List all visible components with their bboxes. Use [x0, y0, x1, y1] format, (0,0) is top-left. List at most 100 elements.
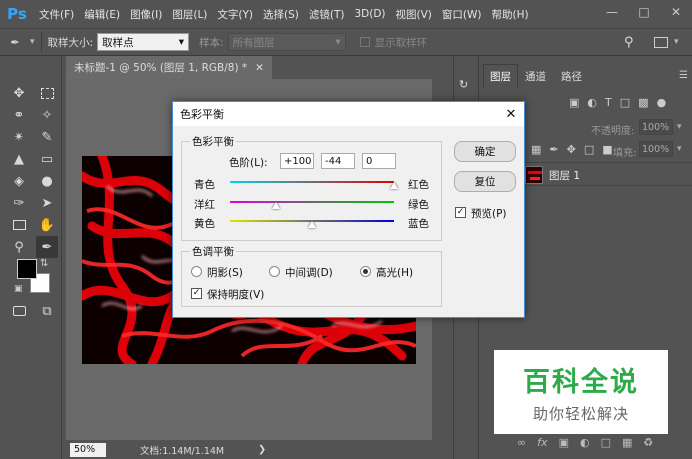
- eraser-tool-icon[interactable]: ▭: [36, 148, 58, 170]
- menu-3d[interactable]: 3D(D): [349, 8, 390, 20]
- menu-file[interactable]: 文件(F): [34, 7, 79, 22]
- filter-adjustment-icon[interactable]: ◐: [587, 96, 597, 109]
- filter-shape-icon[interactable]: □: [620, 96, 630, 109]
- hand-tool-icon[interactable]: ✋: [36, 214, 58, 236]
- sample-size-select[interactable]: 取样点 ▾: [97, 33, 190, 51]
- quick-mask-icon[interactable]: [8, 300, 30, 322]
- preview-checkbox[interactable]: ✓: [455, 207, 466, 218]
- lock-artboard-icon[interactable]: □: [584, 143, 594, 156]
- minimize-icon[interactable]: —: [596, 0, 628, 24]
- search-icon[interactable]: ⚲: [624, 35, 634, 50]
- workspace-icon[interactable]: [654, 36, 668, 48]
- adjustment-layer-icon[interactable]: ◐: [580, 436, 590, 449]
- layer-thumbnail: [525, 166, 543, 184]
- chevron-down-icon[interactable]: ▾: [677, 144, 682, 154]
- document-info: 文档:1.14M/1.14M: [140, 445, 225, 457]
- menu-layer[interactable]: 图层(L): [167, 7, 212, 22]
- pen-tool-icon[interactable]: ✑: [8, 192, 30, 214]
- slider-red-label: 红色: [408, 179, 429, 191]
- tool-preset-chevron-icon[interactable]: ▾: [30, 37, 35, 47]
- brush-tool-icon[interactable]: ✎: [36, 126, 58, 148]
- clone-stamp-icon[interactable]: ▲: [8, 148, 30, 170]
- zoom-field[interactable]: 50%: [70, 442, 106, 457]
- filter-image-icon[interactable]: ▣: [569, 96, 579, 109]
- filter-toggle-icon[interactable]: ●: [657, 96, 667, 109]
- close-icon[interactable]: ✕: [498, 107, 524, 122]
- lock-transparent-icon[interactable]: ▦: [531, 143, 541, 156]
- cyan-red-slider-thumb[interactable]: [390, 182, 398, 189]
- lasso-tool-icon[interactable]: ⚭: [8, 104, 30, 126]
- chevron-right-icon[interactable]: ❯: [258, 444, 266, 455]
- filter-smart-icon[interactable]: ▩: [638, 96, 648, 109]
- opacity-field[interactable]: 100%: [639, 119, 673, 135]
- menu-bar: Ps 文件(F) 编辑(E) 图像(I) 图层(L) 文字(Y) 选择(S) 滤…: [0, 0, 692, 28]
- shadows-radio[interactable]: [191, 266, 202, 277]
- zoom-tool-icon[interactable]: ⚲: [8, 236, 30, 258]
- menu-filter[interactable]: 滤镜(T): [304, 7, 350, 22]
- swap-colors-icon[interactable]: ⇅: [40, 258, 48, 269]
- lock-all-icon[interactable]: ■: [602, 143, 612, 156]
- eyedropper-icon[interactable]: ✒: [0, 36, 30, 49]
- preserve-luminosity-label: 保持明度(V): [207, 289, 265, 301]
- healing-brush-icon[interactable]: ✴: [8, 126, 30, 148]
- paint-bucket-icon[interactable]: ◈: [8, 170, 30, 192]
- rectangle-tool-icon[interactable]: [8, 214, 30, 236]
- maximize-icon[interactable]: □: [628, 0, 660, 24]
- menu-type[interactable]: 文字(Y): [212, 7, 258, 22]
- sample-select[interactable]: 所有图层 ▾: [227, 33, 346, 51]
- menu-edit[interactable]: 编辑(E): [79, 7, 125, 22]
- level-cyan-red-input[interactable]: +100: [280, 153, 314, 169]
- sample-value: 所有图层: [232, 36, 275, 49]
- cyan-red-track[interactable]: [230, 181, 394, 183]
- history-icon[interactable]: ↻: [459, 78, 468, 91]
- color-balance-group: 色彩平衡 色阶(L): +100 -44 0 青色 红色 洋红 绿色 黄色 蓝色: [181, 134, 442, 241]
- reset-button[interactable]: 复位: [454, 171, 516, 192]
- link-layers-icon[interactable]: ∞: [517, 436, 526, 449]
- highlights-label: 高光(H): [376, 267, 414, 279]
- magic-wand-icon[interactable]: ✧: [36, 104, 58, 126]
- menu-help[interactable]: 帮助(H): [487, 7, 534, 22]
- ok-button[interactable]: 确定: [454, 141, 516, 162]
- tab-layers[interactable]: 图层: [483, 64, 518, 88]
- fill-field[interactable]: 100%: [639, 141, 673, 157]
- menu-window[interactable]: 窗口(W): [437, 7, 487, 22]
- magenta-green-slider-thumb[interactable]: [271, 202, 280, 209]
- path-selection-icon[interactable]: ➤: [36, 192, 58, 214]
- add-mask-icon[interactable]: ▣: [559, 436, 569, 449]
- close-icon[interactable]: ✕: [660, 0, 692, 24]
- lock-position-icon[interactable]: ✥: [567, 143, 576, 156]
- yellow-blue-slider-thumb[interactable]: [308, 221, 316, 228]
- menu-image[interactable]: 图像(I): [125, 7, 167, 22]
- menu-view[interactable]: 视图(V): [391, 7, 437, 22]
- menu-select[interactable]: 选择(S): [258, 7, 304, 22]
- chevron-down-icon[interactable]: ▾: [677, 122, 682, 132]
- default-colors-icon[interactable]: ▣: [14, 284, 23, 294]
- fx-icon[interactable]: fx: [537, 436, 547, 449]
- dodge-tool-icon[interactable]: ●: [36, 170, 58, 192]
- lock-icons: ▦ ✒ ✥ □ ■: [531, 143, 613, 156]
- workspace-chevron-icon[interactable]: ▾: [674, 37, 679, 47]
- level-magenta-green-input[interactable]: -44: [321, 153, 355, 169]
- close-icon[interactable]: ✕: [255, 62, 264, 74]
- screen-mode-icon[interactable]: ⧉: [36, 300, 58, 322]
- tab-channels[interactable]: 通道: [519, 64, 552, 88]
- level-yellow-blue-input[interactable]: 0: [362, 153, 396, 169]
- trash-icon[interactable]: ♻: [643, 436, 653, 449]
- marquee-tool-icon[interactable]: [36, 82, 58, 104]
- eyedropper-tool-icon[interactable]: ✒: [36, 236, 58, 258]
- highlights-radio[interactable]: [360, 266, 371, 277]
- magenta-green-track[interactable]: [230, 201, 394, 203]
- new-layer-icon[interactable]: ▦: [622, 436, 632, 449]
- new-group-icon[interactable]: □: [601, 436, 611, 449]
- preserve-luminosity-checkbox[interactable]: ✓: [191, 288, 202, 299]
- document-tab[interactable]: 未标题-1 @ 50% (图层 1, RGB/8) * ✕: [66, 56, 272, 79]
- tab-paths[interactable]: 路径: [555, 64, 588, 88]
- levels-label: 色阶(L):: [229, 157, 268, 169]
- lock-pixels-icon[interactable]: ✒: [549, 143, 558, 156]
- show-ring-checkbox[interactable]: [359, 37, 370, 47]
- foreground-color-swatch[interactable]: [17, 259, 37, 279]
- midtones-radio[interactable]: [269, 266, 280, 277]
- panel-menu-icon[interactable]: ☰: [679, 70, 688, 81]
- filter-type-icon[interactable]: T: [605, 96, 612, 109]
- move-tool-icon[interactable]: ✥: [8, 82, 30, 104]
